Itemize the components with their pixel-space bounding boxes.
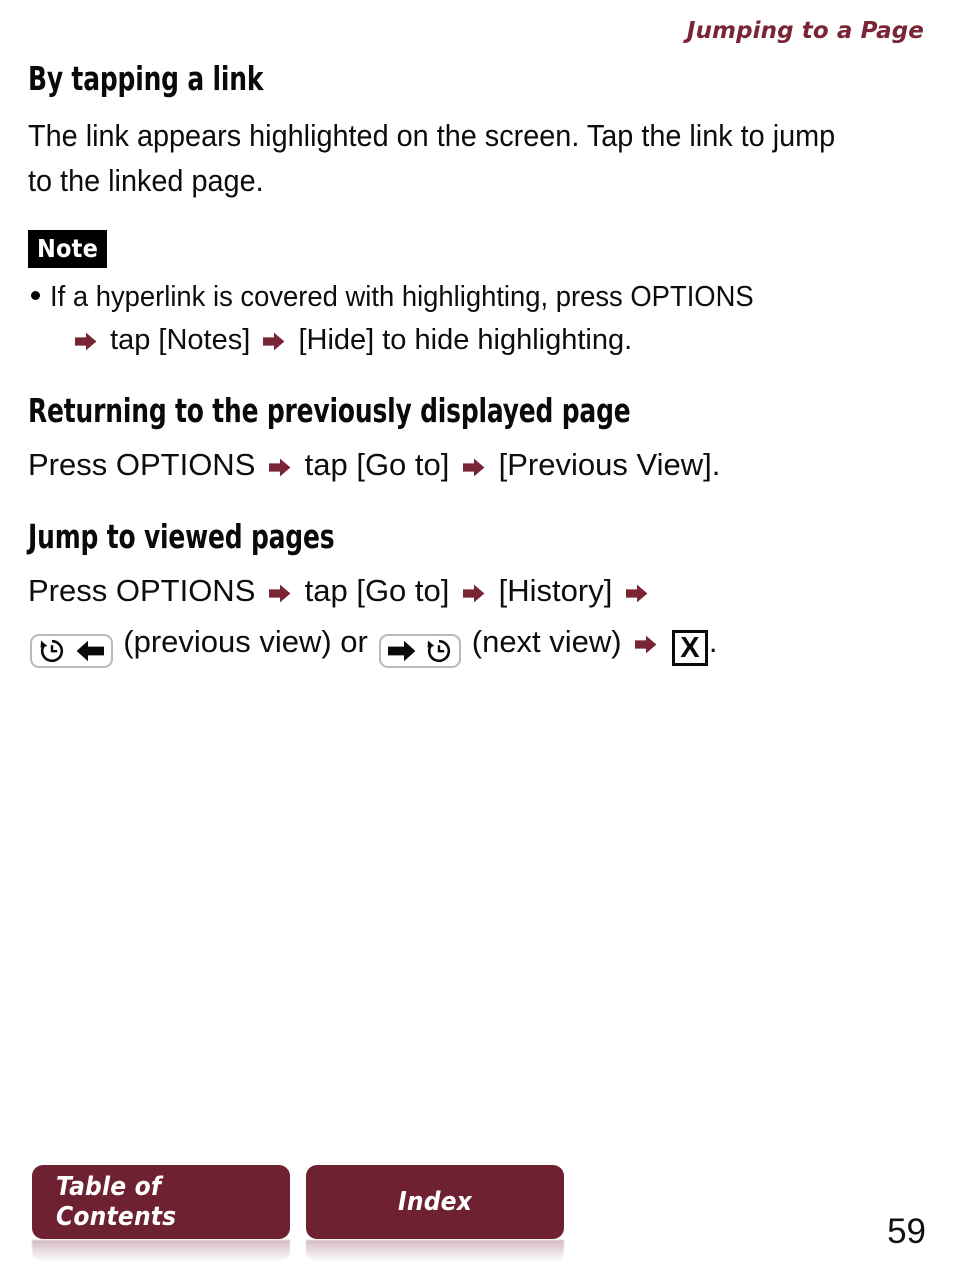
jump-text-c: [History] [498,573,613,609]
heading-by-tapping-a-link: By tapping a link [28,59,264,98]
jump-previous-view-label: (previous view) or [123,623,368,659]
heading-returning-to-previously-displayed-page: Returning to the previously displayed pa… [28,390,631,430]
table-of-contents-button-wrap: Table of Contents [32,1165,290,1262]
heading-jump-to-viewed-pages: Jump to viewed pages [28,516,335,556]
arrow-right-red-icon [625,584,648,603]
footer-navigation: Table of Contents Index [32,1165,564,1262]
x-key-icon[interactable]: X [671,629,708,666]
arrow-right-red-icon [269,584,291,603]
returning-text-b: tap [Go to] [304,447,450,483]
jump-text-b: tap [Go to] [304,573,450,609]
paragraph-by-tapping-a-link: The link appears highlighted on the scre… [28,117,836,199]
bullet-dot-icon [31,290,40,300]
note-badge: Note [28,229,108,268]
returning-text-a: Press OPTIONS [28,447,256,483]
index-button-wrap: Index [306,1165,564,1262]
list-item: If a hyperlink is covered with highlight… [28,276,918,362]
page-content: By tapping a link The link appears highl… [28,59,918,668]
note-bullet-list: If a hyperlink is covered with highlight… [28,276,918,362]
jump-instruction-line-1: Press OPTIONS tap [Go to] [History] [28,568,918,614]
returning-instruction-line: Press OPTIONS tap [Go to] [Previous View… [28,442,918,488]
button-reflection [32,1240,290,1262]
clock-counterclockwise-icon [427,639,451,662]
arrow-left-solid-icon [76,640,104,661]
jump-instruction-line-2: (previous view) or (next view) X. [28,619,918,668]
history-back-key-icon[interactable] [30,633,113,668]
button-reflection [306,1240,564,1262]
page-number: 59 [887,1212,926,1251]
note-badge-row: Note [28,229,918,268]
jump-next-view-label: (next view) [471,623,622,659]
arrow-right-red-icon [263,332,285,351]
note-bullet-line-2-text-a: tap [Notes] [110,323,251,356]
history-forward-key-icon[interactable] [378,633,462,668]
arrow-right-red-icon [463,584,485,603]
note-bullet-line-2: tap [Notes] [Hide] to hide highlighting. [50,319,918,362]
note-bullet-line-2-text-b: [Hide] to hide highlighting. [298,323,633,356]
arrow-right-solid-icon [387,640,415,661]
arrow-right-red-icon [75,332,97,351]
arrow-right-red-icon [463,458,485,477]
note-bullet-line-1: If a hyperlink is covered with highlight… [50,280,754,313]
running-header-title: Jumping to a Page [686,18,924,44]
arrow-right-red-icon [635,635,657,654]
manual-page: Jumping to a Page By tapping a link The … [0,0,954,1270]
arrow-right-red-icon [269,458,291,477]
jump-line-2-period: . [708,623,718,659]
clock-counterclockwise-icon [40,639,64,662]
jump-text-a: Press OPTIONS [28,573,256,609]
index-button[interactable]: Index [306,1165,564,1239]
table-of-contents-button[interactable]: Table of Contents [32,1165,290,1239]
returning-text-c: [Previous View]. [498,447,721,483]
